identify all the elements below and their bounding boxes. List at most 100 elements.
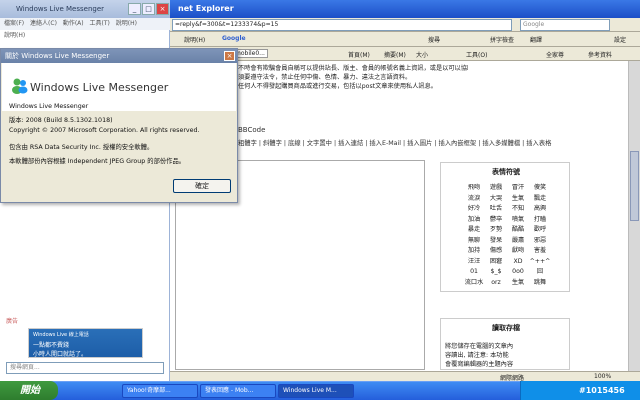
feeds-button[interactable]: 摘要(M) xyxy=(384,50,406,59)
emoticon-item[interactable]: 01 xyxy=(463,267,485,278)
emoticon-item[interactable]: 歹勢 xyxy=(485,225,507,236)
emoticon-item[interactable]: 酷酷 xyxy=(507,225,529,236)
url-input[interactable]: =reply&f=300&t=1233374&p=15 xyxy=(172,19,512,31)
messenger-title-bar: Windows Live Messenger _ □ × xyxy=(0,0,170,18)
rsa-text: 包含由 RSA Data Security Inc. 授權的安全軟體。 xyxy=(9,144,154,151)
ie-title-bar: net Explorer xyxy=(170,0,640,18)
messenger-menu-bar[interactable]: 檔案(F) 連絡人(C) 動作(A) 工具(T) 說明(H) xyxy=(0,18,170,30)
minimize-button[interactable]: _ xyxy=(128,3,141,15)
emoticon-item[interactable]: 吐舌 xyxy=(485,204,507,215)
tools-button[interactable]: 工具(O) xyxy=(466,50,487,59)
start-button[interactable]: 開始 xyxy=(0,381,58,400)
emoticon-item[interactable]: 加油 xyxy=(463,215,485,226)
emoticon-panel: 表情符號 飛吻 遊戲 冒汗 傻笑 流淚 大哭 生氣 飄走 好冷 吐舌 不知 高興 加油 鬱卒 噴氣 打瞌 暴走歹… xyxy=(440,162,570,292)
scrollbar-thumb[interactable] xyxy=(630,151,639,221)
emoticon-item[interactable]: 跳舞 xyxy=(529,278,551,289)
ad-line-1: Windows Live 線上電話 xyxy=(33,332,89,338)
emoticon-item[interactable]: 冒汗 xyxy=(507,183,529,194)
emoticon-item[interactable]: 困窘 xyxy=(485,257,507,268)
emoticon-item[interactable]: 0o0 xyxy=(507,267,529,278)
emoticon-item[interactable]: 汪汪 xyxy=(463,257,485,268)
emoticon-item[interactable]: 飄走 xyxy=(529,194,551,205)
zoom-size-button[interactable]: 大小 xyxy=(416,50,428,59)
emoticon-item[interactable]: 邪惡 xyxy=(529,236,551,247)
notice-line-1: 不時會有欺騙會員自稱可以提供站長、版主、會員的帳號名義上資訊，或是以可以協助大幅… xyxy=(238,65,468,72)
emoticon-item[interactable]: 大哭 xyxy=(485,194,507,205)
spellcheck-button[interactable]: 拼字檢查 xyxy=(490,35,514,44)
translate-button[interactable]: 翻譯 xyxy=(530,35,542,44)
logo-text: Windows Live Messenger xyxy=(30,81,169,94)
emoticon-item[interactable]: 害羞 xyxy=(529,246,551,257)
ad-line-2: 一點都不費錢 xyxy=(33,342,70,349)
reference-link[interactable]: 參考資料 xyxy=(588,50,612,59)
emoticon-item[interactable]: 生氣 xyxy=(507,278,529,289)
task-yahoo[interactable]: Yahoo!奇摩部... xyxy=(122,384,198,398)
task-reply[interactable]: 發表回應 - Mob... xyxy=(200,384,276,398)
bbcode-title: BBCode xyxy=(238,126,266,134)
about-dialog-title: 關於 Windows Live Messenger xyxy=(5,52,110,60)
emoticon-item[interactable]: $_$ xyxy=(485,267,507,278)
emoticon-item[interactable]: 流口水 xyxy=(463,278,485,289)
emoticon-item[interactable]: 發呆 xyxy=(485,236,507,247)
copyright-text: Copyright © 2007 Microsoft Corporation. … xyxy=(9,127,200,134)
close-button[interactable]: × xyxy=(156,3,169,15)
emoticon-grid: 飛吻 遊戲 冒汗 傻笑 流淚 大哭 生氣 飄走 好冷 吐舌 不知 高興 加油 鬱卒 噴氣 打瞌 暴走 歹勢 酷酷 歡呼… xyxy=(463,183,553,288)
ie-title: net Explorer xyxy=(178,4,234,13)
system-tray: #1015456 xyxy=(520,381,640,400)
product-name: Windows Live Messenger xyxy=(9,103,89,110)
emoticon-item[interactable]: 好冷 xyxy=(463,204,485,215)
emoticon-item[interactable]: 傻笑 xyxy=(529,183,551,194)
zoom-level[interactable]: 100% xyxy=(594,373,611,380)
emoticon-item[interactable]: 嚴肅 xyxy=(507,236,529,247)
task-messenger[interactable]: Windows Live M... xyxy=(278,384,354,398)
emoticon-item[interactable]: 獻吻 xyxy=(507,246,529,257)
maximize-button[interactable]: □ xyxy=(142,3,155,15)
familymart-link[interactable]: 全家尊 xyxy=(546,50,564,59)
watermark-id: #1015456 xyxy=(579,386,625,395)
version-text: 版本: 2008 (Build 8.5.1302.1018) xyxy=(9,117,113,124)
emoticon-item[interactable]: 遊戲 xyxy=(485,183,507,194)
emoticon-item[interactable]: 飛吻 xyxy=(463,183,485,194)
emoticon-item[interactable]: 生氣 xyxy=(507,194,529,205)
ie-status-bar: 網際網路 100% xyxy=(170,371,640,382)
notice-line-2: 須要遵守法令，禁止任何中傷、色情、暴力、違法之言語資料。 xyxy=(238,74,412,81)
emoticon-item[interactable]: 暴走 xyxy=(463,225,485,236)
emoticon-item[interactable]: ^++^ xyxy=(529,257,551,268)
emoticon-title: 表情符號 xyxy=(492,168,520,176)
read-save-line-1: 將您儲存在電腦的文章內 xyxy=(445,343,514,350)
ie-command-bar: mobile0... 首頁(M) 摘要(M) 大小 工具(O) 全家尊 參考資料 xyxy=(170,47,640,61)
emoticon-item[interactable]: 傷感 xyxy=(485,246,507,257)
ad-label: 廣告 xyxy=(6,318,19,325)
google-toolbar: 說明(H) Google 搜尋 拼字檢查 翻譯 設定 xyxy=(170,32,640,47)
google-logo: Google xyxy=(222,35,246,42)
ad-banner[interactable]: Windows Live 線上電話 一點都不費錢 小時人開口就話了。 xyxy=(28,328,143,358)
settings-button[interactable]: 設定 xyxy=(614,35,626,44)
ok-button[interactable]: 確定 xyxy=(173,179,231,193)
close-icon[interactable]: × xyxy=(224,51,235,61)
emoticon-item[interactable]: 高興 xyxy=(529,204,551,215)
help-menu[interactable]: 說明(H) xyxy=(184,35,205,44)
read-save-panel: 讀取存檔 將您儲存在電腦的文章內 容讀出, 請注意: 本功能 會覆寫編輯器的主題… xyxy=(440,318,570,370)
messenger-logo-icon xyxy=(12,78,28,94)
vertical-scrollbar[interactable] xyxy=(628,61,640,371)
read-save-line-2: 容讀出, 請注意: 本功能 xyxy=(445,352,509,359)
emoticon-item[interactable]: XD xyxy=(507,257,529,268)
emoticon-item[interactable]: 無聊 xyxy=(463,236,485,247)
bbcode-toolbar[interactable]: 粗體字 | 斜體字 | 底線 | 文字置中 | 插入連結 | 插入E-Mail … xyxy=(238,138,628,147)
emoticon-item[interactable]: 噴氣 xyxy=(507,215,529,226)
emoticon-item[interactable]: 加持 xyxy=(463,246,485,257)
emoticon-item[interactable]: 囧 xyxy=(529,267,551,278)
about-dialog: 關於 Windows Live Messenger × Windows Live… xyxy=(0,48,238,203)
emoticon-item[interactable]: orz xyxy=(485,278,507,289)
search-button[interactable]: 搜尋 xyxy=(428,35,440,44)
emoticon-item[interactable]: 不知 xyxy=(507,204,529,215)
emoticon-item[interactable]: 流淚 xyxy=(463,194,485,205)
emoticon-item[interactable]: 歡呼 xyxy=(529,225,551,236)
messenger-help-row[interactable]: 說明(H) xyxy=(0,30,170,41)
ie-search-input[interactable]: Google xyxy=(520,19,610,31)
read-save-line-3: 會覆寫編輯器的主題內容 xyxy=(445,361,514,368)
emoticon-item[interactable]: 打瞌 xyxy=(529,215,551,226)
home-button[interactable]: 首頁(M) xyxy=(348,50,370,59)
emoticon-item[interactable]: 鬱卒 xyxy=(485,215,507,226)
messenger-search-input[interactable]: 搜尋網頁... xyxy=(6,362,164,374)
